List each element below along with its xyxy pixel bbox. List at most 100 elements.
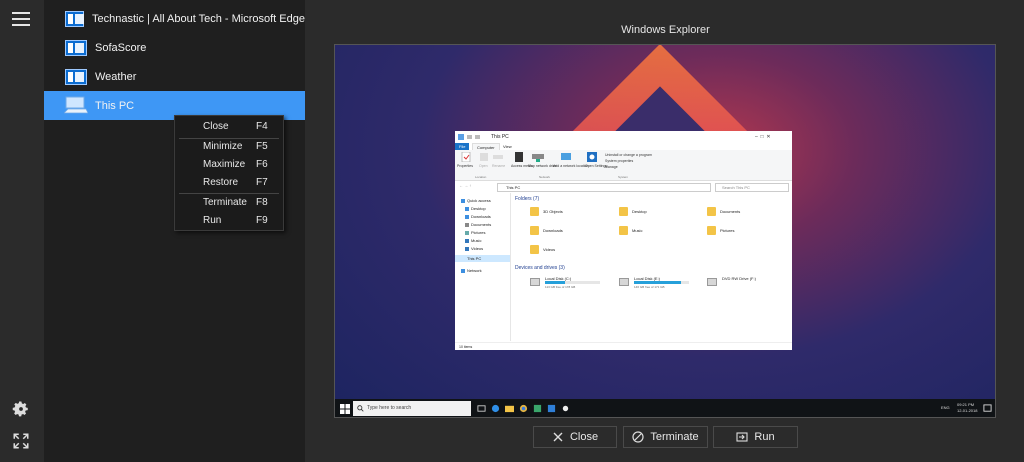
taskbar-search[interactable]: Type here to search [353,401,471,416]
photos-icon[interactable] [547,404,556,413]
taskbar-clock[interactable]: 09:21 PM 12-01-2018 [957,402,977,414]
terminate-button[interactable]: Terminate [623,426,708,448]
window-preview: This PC – □ ✕ File Computer View Propert… [334,44,996,418]
folder-downloads[interactable]: Downloads [530,226,590,238]
ribbon-uninstall[interactable]: Uninstall or change a program [605,153,652,157]
window-icon [65,39,87,56]
drive-e[interactable]: Local Disk (E:) 146 GB free of 171 GB [619,276,699,290]
folder-label: Pictures [720,228,735,233]
menu-item-minimize[interactable]: Minimize F5 [175,138,283,156]
menu-item-restore[interactable]: Restore F7 [175,174,283,192]
icon-rail [0,0,44,462]
nav-label: Quick access [467,198,491,203]
address-text: This PC [506,185,521,190]
menu-item-run[interactable]: Run F9 [175,212,283,230]
window-item-label: Weather [95,70,137,83]
hard-drive-icon [619,278,629,286]
ribbon-group-network: Network [539,175,551,179]
task-view-icon[interactable] [477,404,486,413]
nav-label: Documents [471,222,492,227]
drives-header[interactable]: Devices and drives (3) [515,265,565,271]
nav-item-quick-access[interactable]: Quick access [461,197,509,204]
nav-arrows-icon[interactable]: ← → ↑ [459,183,471,188]
address-bar[interactable]: This PC [497,183,711,192]
folder-3d-objects[interactable]: 3D Objects [530,207,590,219]
tab-view[interactable]: View [499,143,516,150]
menu-item-shortcut: F5 [256,141,268,152]
hard-drive-icon [530,278,540,286]
window-item-label: Technastic | All About Tech - Microsoft … [92,12,305,25]
close-button[interactable]: Close [533,426,617,448]
chrome-icon[interactable] [519,404,528,413]
gear-icon[interactable] [12,400,30,418]
picture-icon [465,230,469,235]
network-icon [461,268,465,273]
nav-label: Music [471,238,482,243]
menu-item-maximize[interactable]: Maximize F6 [175,156,283,174]
nav-item-this-pc[interactable]: This PC [455,255,510,262]
windows-start-icon[interactable] [340,404,350,414]
context-menu: Close F4 Minimize F5 Maximize F6 Restore F7 … [174,115,284,231]
nav-item-desktop[interactable]: Desktop [465,205,513,212]
nav-label: Videos [471,246,484,251]
brightness-icon[interactable] [561,404,570,413]
search-box[interactable]: Search This PC [715,183,789,192]
nav-item-videos[interactable]: Videos [465,245,513,252]
menu-item-shortcut: F9 [256,215,268,226]
nav-item-downloads[interactable]: Downloads [465,213,513,220]
menu-item-terminate[interactable]: Terminate F8 [175,194,283,212]
folder-icon [707,207,716,216]
expand-icon[interactable] [12,432,30,450]
ribbon-label-open-settings[interactable]: Open Settings [585,164,607,168]
media-icon [515,152,523,162]
nav-item-pictures[interactable]: Pictures [465,229,513,236]
ribbon-label-network-location[interactable]: Add a network location [553,164,588,168]
menu-item-close[interactable]: Close F4 [175,118,283,136]
window-item-label: SofaScore [95,41,147,54]
menu-item-shortcut: F4 [256,121,268,132]
nav-item-network[interactable]: Network [461,267,509,274]
hamburger-menu-icon[interactable] [12,12,30,26]
ribbon-label-open[interactable]: Open [479,164,488,168]
window-icon [65,68,87,85]
menu-item-label: Terminate [203,197,247,208]
status-bar: 10 items [455,342,792,350]
window-list: Technastic | All About Tech - Microsoft … [44,0,305,462]
window-item-sofascore[interactable]: SofaScore [44,33,305,62]
nav-label: Pictures [471,230,486,235]
folder-music[interactable]: Music [619,226,679,238]
folder-label: Music [632,228,643,233]
menu-item-shortcut: F6 [256,159,268,170]
menu-item-label: Minimize [203,141,243,152]
nav-item-documents[interactable]: Documents [465,221,513,228]
edge-icon[interactable] [491,404,500,413]
drive-c[interactable]: Local Disk (C:) 113 GB free of 178 GB [530,276,610,290]
nav-item-music[interactable]: Music [465,237,513,244]
navigation-pane: Quick access Desktop Downloads Documents… [455,193,511,341]
settings-icon [587,152,597,162]
ribbon-system-properties[interactable]: System properties [605,159,633,163]
folder-pictures[interactable]: Pictures [707,226,767,238]
window-item-weather[interactable]: Weather [44,62,305,91]
drive-free-text: 113 GB free of 178 GB [545,285,576,289]
ribbon-label-rename[interactable]: Rename [492,164,505,168]
folder-desktop[interactable]: Desktop [619,207,679,219]
window-item-edge[interactable]: Technastic | All About Tech - Microsoft … [44,4,305,33]
ribbon-label-properties[interactable]: Properties [457,164,473,168]
ribbon-manage[interactable]: Manage [605,165,618,169]
store-icon[interactable] [533,404,542,413]
folder-videos[interactable]: Videos [530,245,590,257]
folder-documents[interactable]: Documents [707,207,767,219]
notifications-icon[interactable] [983,404,992,413]
network-location-icon [561,153,571,160]
drive-f[interactable]: DVD RW Drive (F:) [707,276,787,290]
ribbon-tabs: File Computer View [455,143,792,151]
run-button[interactable]: Run [713,426,798,448]
window-controls-icon: – □ ✕ [755,134,771,140]
tab-file[interactable]: File [455,143,470,150]
properties-icon [461,152,471,162]
taskbar-language[interactable]: ENG [941,405,950,410]
folder-icon[interactable] [505,404,514,413]
folders-header[interactable]: Folders (7) [515,196,539,202]
nav-label: Network [467,268,482,273]
